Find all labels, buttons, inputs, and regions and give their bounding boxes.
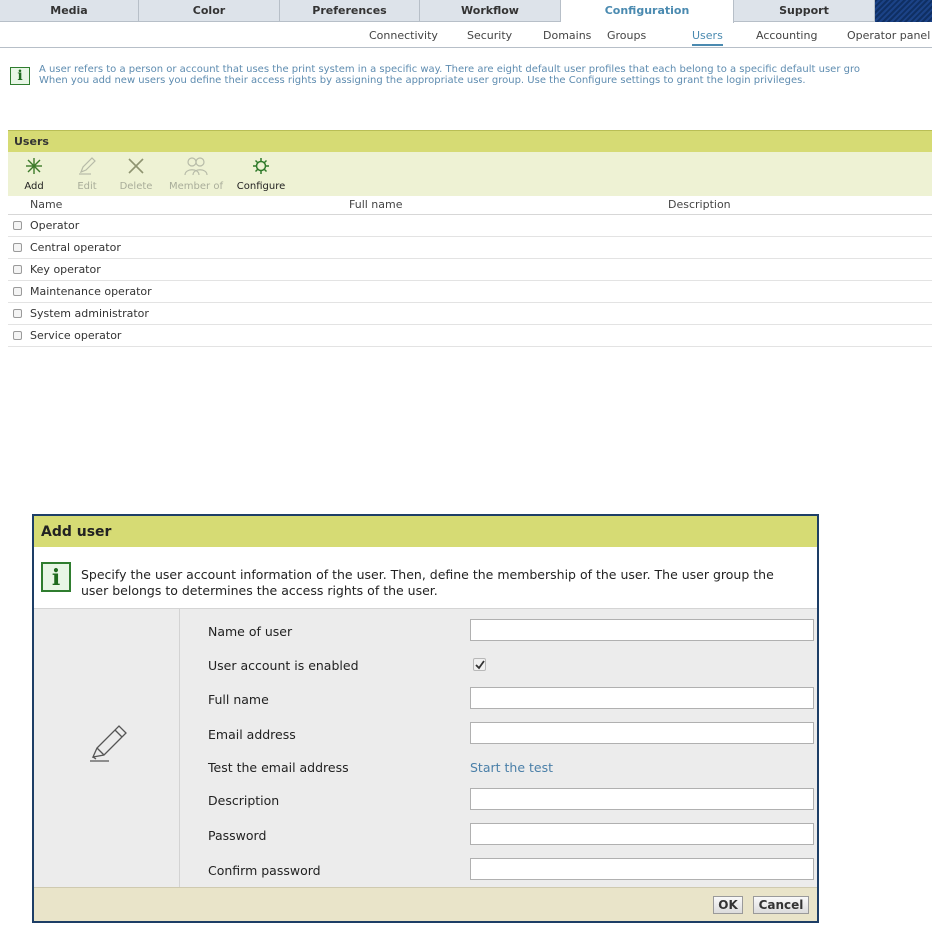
user-name: Central operator — [30, 241, 121, 254]
full-name-input[interactable] — [470, 687, 814, 709]
row-checkbox[interactable] — [13, 309, 22, 318]
dialog-footer: OK Cancel — [34, 887, 817, 921]
table-row[interactable]: Maintenance operator — [8, 281, 932, 303]
add-user-icon — [26, 158, 42, 174]
add-user-dialog: Add user i Specify the user account info… — [32, 514, 819, 923]
row-checkbox[interactable] — [13, 221, 22, 230]
account-enabled-label: User account is enabled — [208, 658, 359, 673]
table-row[interactable]: System administrator — [8, 303, 932, 325]
checkmark-icon — [475, 660, 485, 670]
tab-configuration[interactable]: Configuration — [561, 0, 734, 23]
subnav-operator-panel[interactable]: Operator panel — [847, 29, 930, 42]
info-line-2: When you add new users you define their … — [39, 75, 806, 86]
test-email-label: Test the email address — [208, 760, 349, 775]
tab-media[interactable]: Media — [0, 0, 139, 22]
email-address-input[interactable] — [470, 722, 814, 744]
info-icon: i — [41, 562, 71, 592]
subnav-security[interactable]: Security — [467, 29, 512, 42]
gear-icon — [253, 158, 269, 174]
confirm-password-input[interactable] — [470, 858, 814, 880]
delete-x-icon — [128, 158, 144, 174]
confirm-password-label: Confirm password — [208, 863, 321, 878]
column-name[interactable]: Name — [30, 198, 62, 211]
member-of-label: Member of — [169, 181, 223, 192]
cancel-button[interactable]: Cancel — [753, 896, 809, 914]
column-description[interactable]: Description — [668, 198, 731, 211]
start-test-link[interactable]: Start the test — [470, 760, 553, 775]
info-line-1: A user refers to a person or account tha… — [39, 64, 860, 75]
row-checkbox[interactable] — [13, 287, 22, 296]
name-of-user-input[interactable] — [470, 619, 814, 641]
dialog-form: Name of user User account is enabled Ful… — [34, 608, 817, 887]
tab-preferences[interactable]: Preferences — [280, 0, 420, 22]
table-row[interactable]: Central operator — [8, 237, 932, 259]
configure-button[interactable]: Configure — [234, 156, 288, 192]
brand-stripe — [875, 0, 932, 22]
subnav-users[interactable]: Users — [692, 29, 723, 46]
user-name: Key operator — [30, 263, 101, 276]
tab-workflow[interactable]: Workflow — [420, 0, 561, 22]
delete-button[interactable]: Delete — [118, 156, 154, 192]
description-label: Description — [208, 793, 280, 808]
subnav-connectivity[interactable]: Connectivity — [369, 29, 438, 42]
row-checkbox[interactable] — [13, 331, 22, 340]
subnav-groups[interactable]: Groups — [607, 29, 646, 42]
info-text: A user refers to a person or account tha… — [39, 64, 860, 86]
dialog-info-text: Specify the user account information of … — [81, 567, 774, 598]
user-name: System administrator — [30, 307, 149, 320]
subnav-domains[interactable]: Domains — [543, 29, 591, 42]
table-row[interactable]: Service operator — [8, 325, 932, 347]
tab-color[interactable]: Color — [139, 0, 280, 22]
row-checkbox[interactable] — [13, 243, 22, 252]
table-row[interactable]: Operator — [8, 215, 932, 237]
group-members-icon — [184, 157, 208, 176]
pencil-edit-icon — [90, 725, 127, 762]
edit-label: Edit — [77, 181, 97, 192]
member-of-button[interactable]: Member of — [166, 156, 226, 192]
sub-navigation: Connectivity Security Domains Groups Use… — [0, 24, 932, 48]
full-name-label: Full name — [208, 692, 269, 707]
add-label: Add — [24, 181, 44, 192]
configure-label: Configure — [236, 181, 286, 192]
user-name: Service operator — [30, 329, 122, 342]
add-button[interactable]: Add — [21, 156, 47, 192]
tab-support[interactable]: Support — [734, 0, 875, 22]
column-full-name[interactable]: Full name — [349, 198, 403, 211]
table-row[interactable]: Key operator — [8, 259, 932, 281]
description-input[interactable] — [470, 788, 814, 810]
password-input[interactable] — [470, 823, 814, 845]
info-icon: i — [10, 67, 30, 85]
main-tab-bar: Media Color Preferences Workflow Configu… — [0, 0, 932, 23]
row-checkbox[interactable] — [13, 265, 22, 274]
users-panel-title: Users — [8, 130, 932, 152]
ok-button[interactable]: OK — [713, 896, 743, 914]
users-table-header: Name Full name Description — [8, 196, 932, 215]
account-enabled-checkbox[interactable] — [473, 658, 486, 671]
user-name: Operator — [30, 219, 80, 232]
email-address-label: Email address — [208, 727, 296, 742]
dialog-icon-column — [34, 609, 180, 887]
pencil-icon — [79, 157, 96, 175]
name-of-user-label: Name of user — [208, 624, 293, 639]
user-name: Maintenance operator — [30, 285, 152, 298]
delete-label: Delete — [119, 181, 153, 192]
password-label: Password — [208, 828, 267, 843]
edit-button[interactable]: Edit — [74, 156, 100, 192]
subnav-accounting[interactable]: Accounting — [756, 29, 817, 42]
dialog-title: Add user — [34, 516, 817, 547]
users-toolbar: Add Edit Delete Member of Configure — [8, 152, 932, 196]
